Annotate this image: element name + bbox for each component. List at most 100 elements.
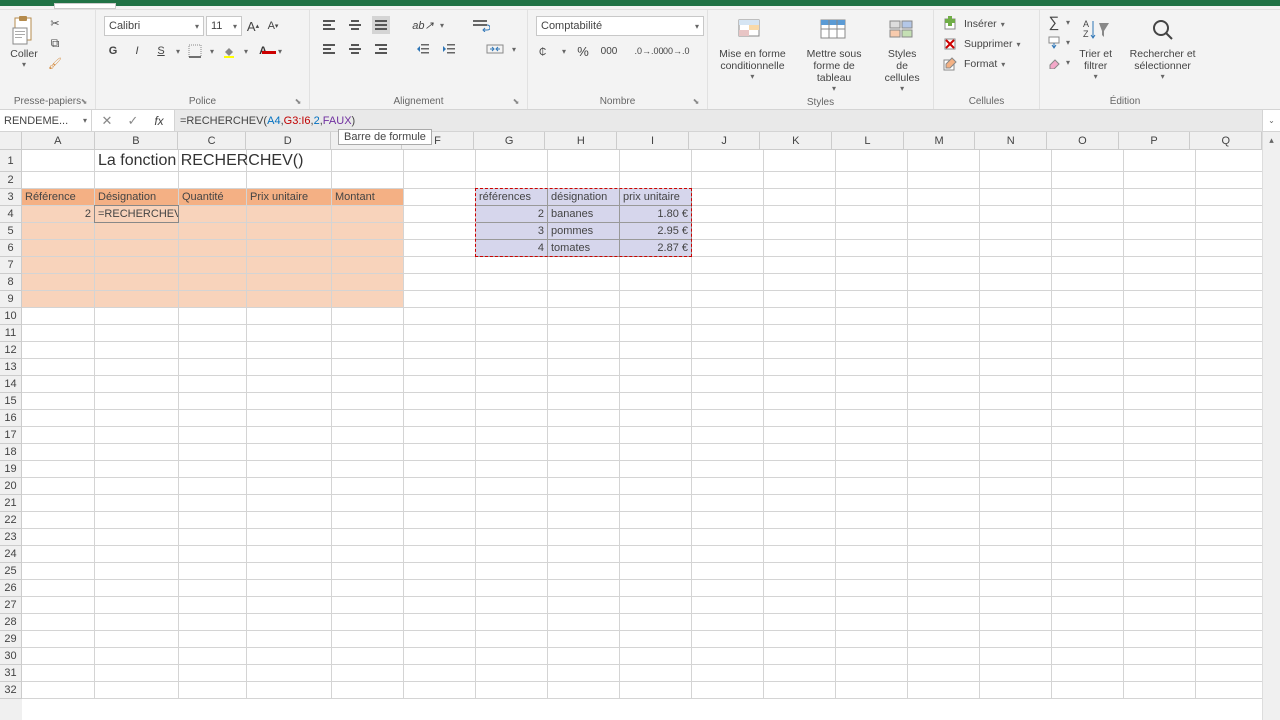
cell[interactable] [620,665,692,682]
cell[interactable] [332,580,404,597]
cell[interactable] [179,529,247,546]
font-name-combo[interactable]: Calibri▾ [104,16,204,36]
align-right-button[interactable] [372,40,390,58]
cell[interactable] [95,563,179,580]
cell[interactable] [836,172,908,189]
cell[interactable] [620,257,692,274]
cell[interactable] [404,240,476,257]
cell[interactable] [247,495,332,512]
cell[interactable] [476,631,548,648]
cell[interactable] [1196,444,1268,461]
cell[interactable] [332,597,404,614]
cell[interactable] [332,274,404,291]
cell[interactable] [908,495,980,512]
cell[interactable] [404,257,476,274]
cell[interactable] [764,478,836,495]
cell[interactable] [908,342,980,359]
cell[interactable] [179,478,247,495]
cell[interactable] [1196,495,1268,512]
row-header[interactable]: 18 [0,444,22,461]
cell[interactable] [836,529,908,546]
cell[interactable] [1052,291,1124,308]
cell[interactable] [1196,427,1268,444]
cell[interactable] [764,614,836,631]
cell[interactable] [1052,597,1124,614]
cell[interactable] [1196,512,1268,529]
cell[interactable] [836,274,908,291]
cell[interactable] [1052,410,1124,427]
cell[interactable] [179,444,247,461]
cell[interactable]: 3 [476,223,548,240]
cell[interactable] [692,257,764,274]
cell[interactable] [1196,240,1268,257]
cell[interactable] [548,597,620,614]
increase-indent-button[interactable] [440,40,458,58]
cell[interactable]: Désignation [95,189,179,206]
cell[interactable] [692,291,764,308]
cell[interactable] [1052,563,1124,580]
cell[interactable] [764,529,836,546]
cell[interactable] [980,631,1052,648]
cell[interactable]: bananes [548,206,620,223]
cell[interactable] [95,308,179,325]
cell[interactable] [764,512,836,529]
cell[interactable] [620,359,692,376]
cell[interactable] [404,206,476,223]
cell[interactable] [179,410,247,427]
cell[interactable] [247,614,332,631]
cell[interactable] [95,240,179,257]
cell[interactable] [692,665,764,682]
grow-font-button[interactable]: A▴ [244,17,262,35]
row-header[interactable]: 16 [0,410,22,427]
cell[interactable] [1124,444,1196,461]
cell[interactable] [95,461,179,478]
column-headers[interactable]: ABCDEFGHIJKLMNOPQ [22,132,1262,150]
increase-decimal-button[interactable]: .0→.00 [640,42,658,60]
cell[interactable] [179,206,247,223]
cell[interactable] [836,150,908,172]
cell[interactable] [548,563,620,580]
cell[interactable] [836,461,908,478]
row-header[interactable]: 17 [0,427,22,444]
cell[interactable] [476,308,548,325]
cell[interactable] [476,444,548,461]
cell[interactable] [95,614,179,631]
row-header[interactable]: 14 [0,376,22,393]
cell[interactable] [764,580,836,597]
cell[interactable] [332,393,404,410]
cell[interactable]: 2.87 € [620,240,692,257]
column-header[interactable]: J [689,132,761,150]
expand-formula-bar-button[interactable]: ⌄ [1262,110,1280,131]
cell[interactable] [247,172,332,189]
row-header[interactable]: 21 [0,495,22,512]
row-header[interactable]: 19 [0,461,22,478]
cell[interactable] [404,427,476,444]
cell[interactable] [404,393,476,410]
row-header[interactable]: 22 [0,512,22,529]
cell[interactable] [404,342,476,359]
cell[interactable] [764,410,836,427]
cell[interactable] [1124,393,1196,410]
cell[interactable] [692,648,764,665]
cell[interactable] [1052,478,1124,495]
cell[interactable] [620,410,692,427]
cell[interactable] [95,682,179,699]
cell[interactable] [764,563,836,580]
cell[interactable]: 2.95 € [620,223,692,240]
cell[interactable]: tomates [548,240,620,257]
wrap-text-button[interactable] [472,16,490,34]
cell[interactable] [179,563,247,580]
row-header[interactable]: 26 [0,580,22,597]
orientation-button[interactable]: ab↗ [414,16,432,34]
cell[interactable] [1124,274,1196,291]
cell[interactable] [908,461,980,478]
cell[interactable] [476,580,548,597]
cell[interactable] [247,410,332,427]
row-header[interactable]: 7 [0,257,22,274]
cell[interactable] [836,342,908,359]
cell[interactable] [980,546,1052,563]
cell[interactable] [692,240,764,257]
cell[interactable] [332,206,404,223]
merge-center-button[interactable] [486,40,504,58]
cell[interactable] [332,614,404,631]
